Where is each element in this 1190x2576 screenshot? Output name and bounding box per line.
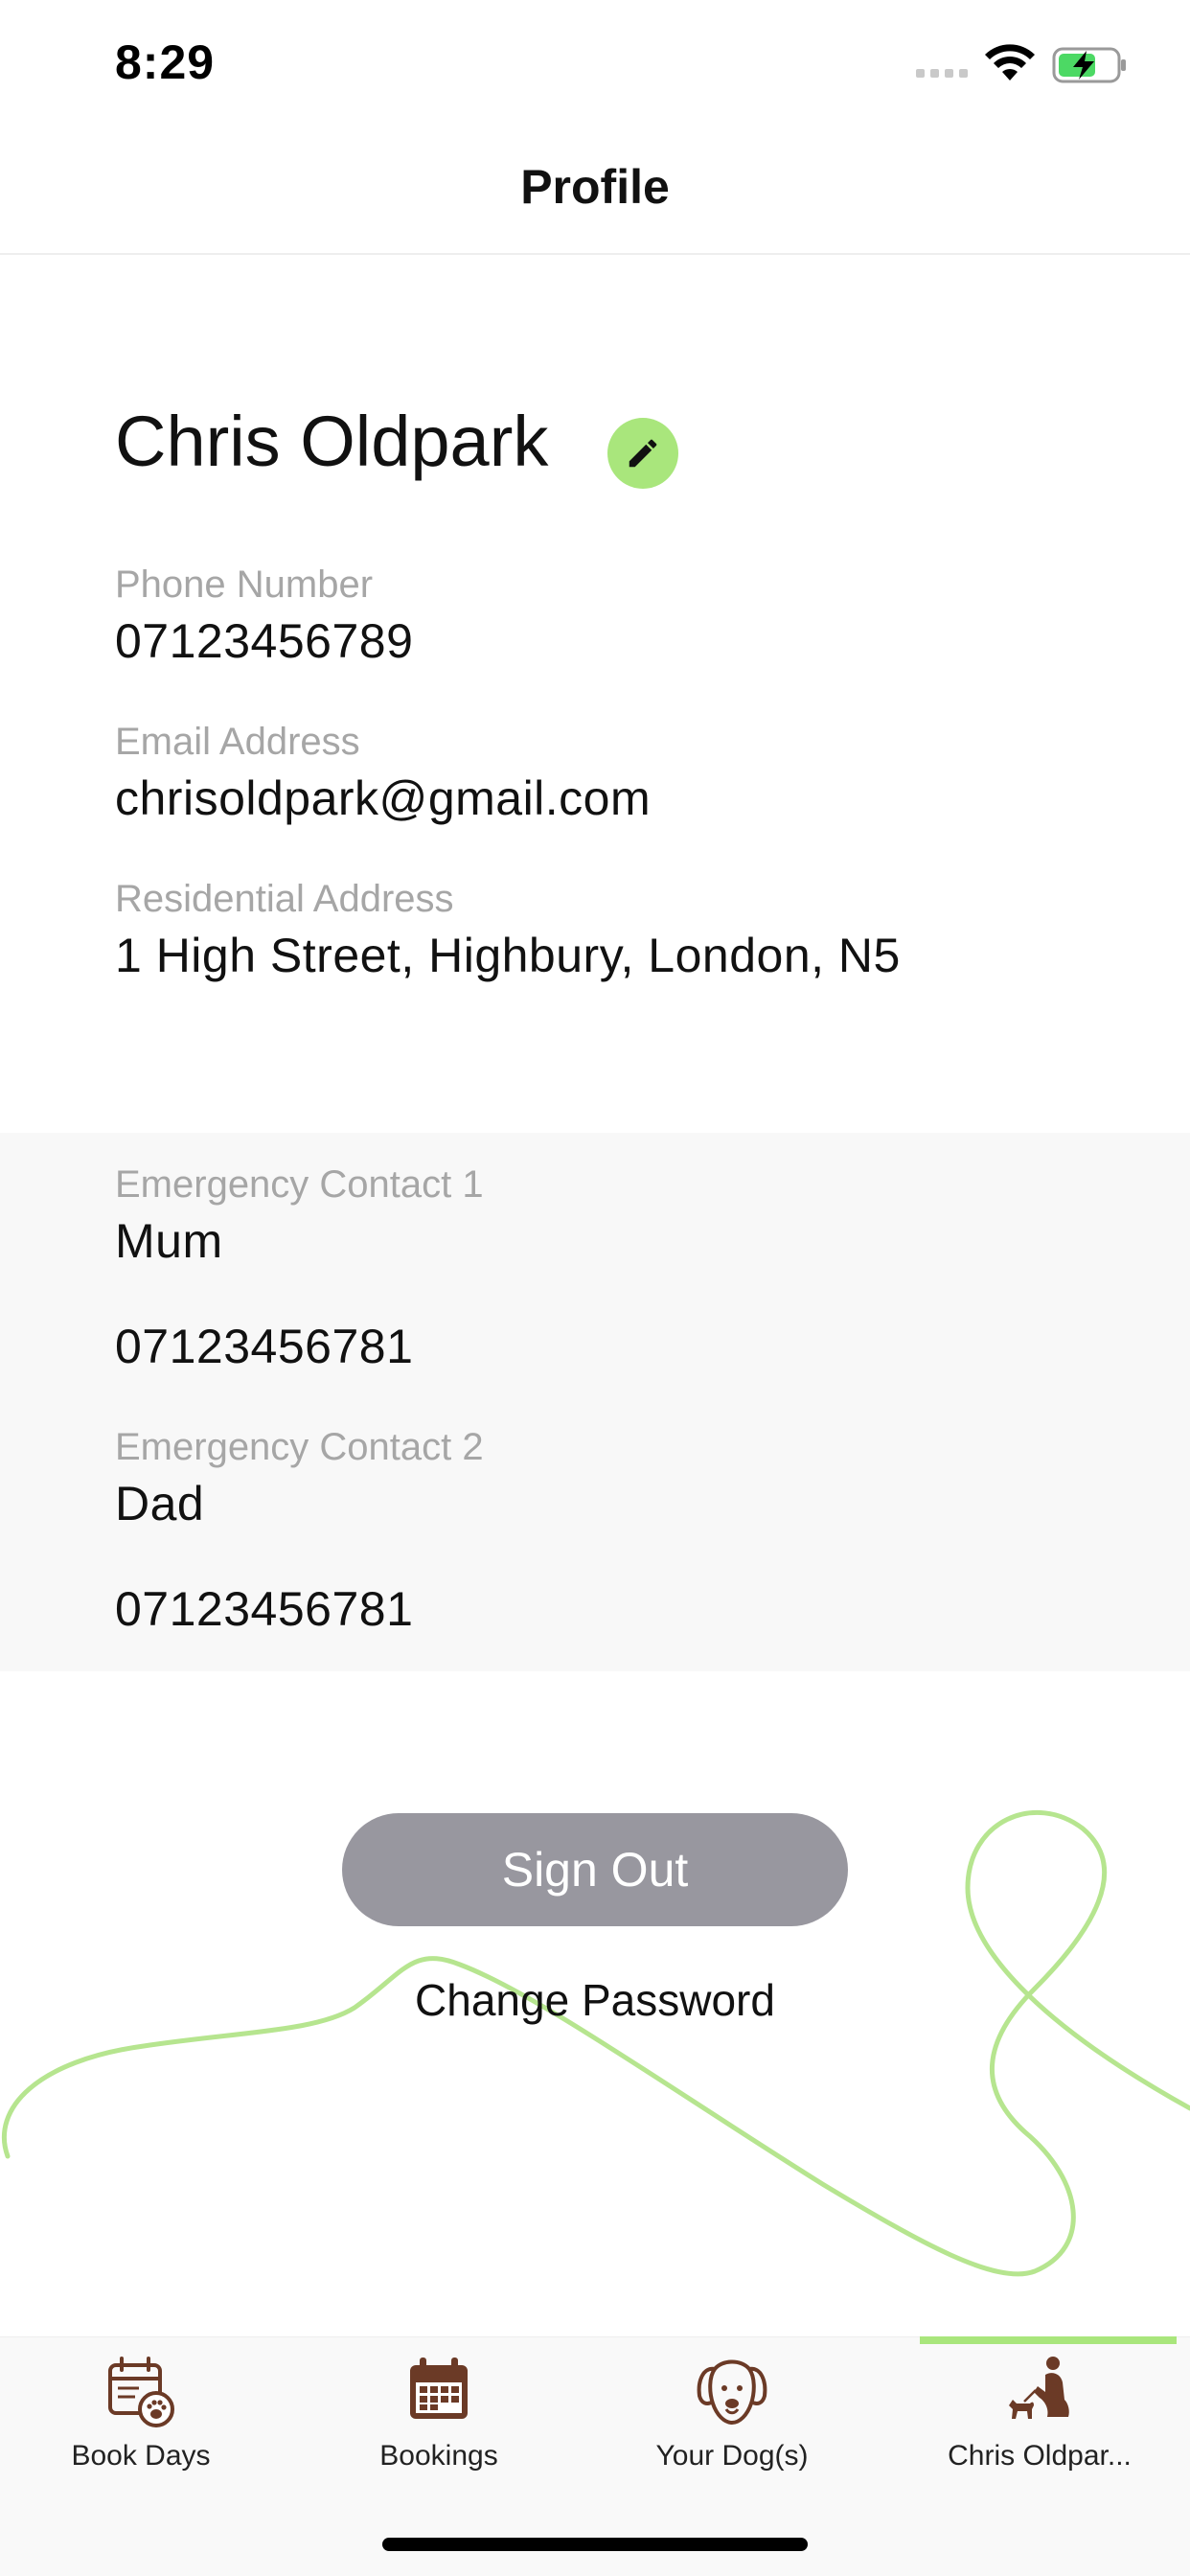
edit-profile-button[interactable] <box>607 418 678 489</box>
pencil-icon <box>629 439 657 468</box>
email-address-label: Email Address <box>115 721 360 763</box>
phone-number-label: Phone Number <box>115 564 374 606</box>
home-indicator <box>382 2538 808 2551</box>
battery-charging-icon <box>1052 47 1126 83</box>
profile-name: Chris Oldpark <box>115 402 549 481</box>
tab-profile[interactable]: Chris Oldpar... <box>896 2354 1183 2497</box>
tab-label-bookings: Bookings <box>379 2440 498 2472</box>
emergency-contact-2-phone: 07123456781 <box>115 1582 414 1636</box>
emergency-contact-2-label: Emergency Contact 2 <box>115 1426 484 1468</box>
tab-bookings[interactable]: Bookings <box>295 2354 583 2497</box>
person-walking-dog-icon <box>1009 2357 1069 2419</box>
emergency-contact-1-label: Emergency Contact 1 <box>115 1163 484 1206</box>
active-tab-indicator <box>920 2336 1177 2344</box>
phone-number-value: 07123456789 <box>115 614 414 668</box>
email-address-value: chrisoldpark@gmail.com <box>115 771 652 825</box>
calendar-paw-icon <box>108 2357 174 2427</box>
calendar-grid-icon <box>410 2358 468 2419</box>
page-title: Profile <box>520 160 670 214</box>
status-time: 8:29 <box>115 35 216 89</box>
emergency-contact-2-name: Dad <box>115 1477 205 1530</box>
cellular-signal-icon <box>916 69 968 78</box>
navigation-bar: Profile <box>0 126 1190 255</box>
status-bar: 8:29 <box>0 0 1190 126</box>
residential-address-label: Residential Address <box>115 878 454 920</box>
tab-label-profile: Chris Oldpar... <box>948 2440 1132 2472</box>
wifi-icon <box>985 44 1035 80</box>
tab-label-your-dogs: Your Dog(s) <box>655 2440 809 2472</box>
emergency-contact-1-name: Mum <box>115 1214 223 1268</box>
residential-address-value: 1 High Street, Highbury, London, N5 <box>115 929 901 982</box>
dog-face-icon <box>697 2359 767 2426</box>
sign-out-button[interactable]: Sign Out <box>342 1813 848 1926</box>
tab-book-days[interactable]: Book Days <box>0 2354 285 2497</box>
change-password-link[interactable]: Change Password <box>0 1974 1190 2026</box>
emergency-contact-1-phone: 07123456781 <box>115 1320 414 1373</box>
tab-label-book-days: Book Days <box>71 2440 211 2472</box>
tab-your-dogs[interactable]: Your Dog(s) <box>588 2354 876 2497</box>
